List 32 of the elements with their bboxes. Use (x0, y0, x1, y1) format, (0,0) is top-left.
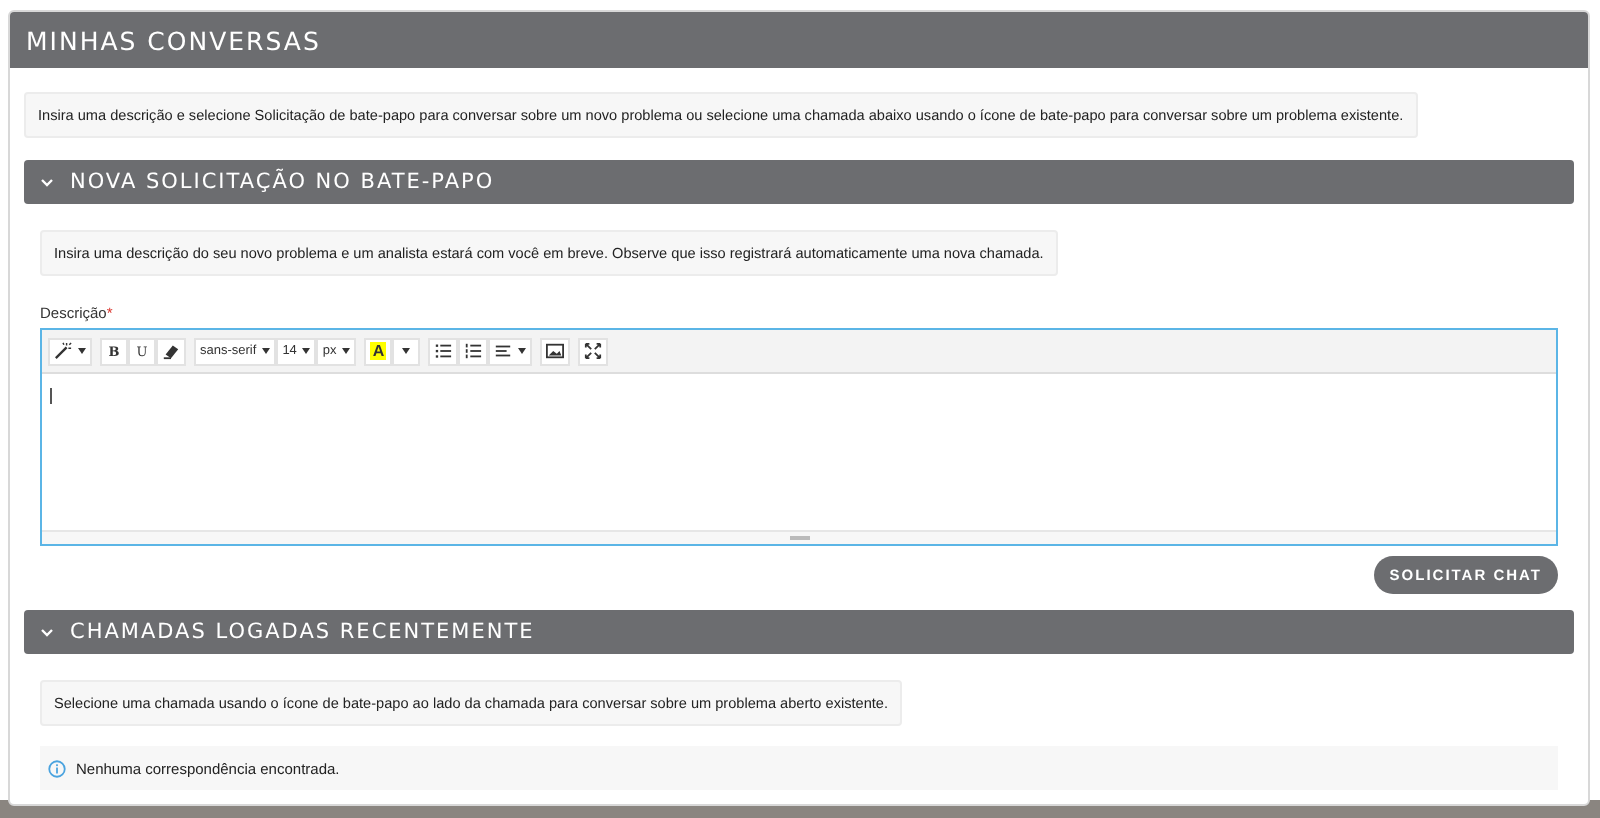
caret-icon (262, 348, 271, 354)
align-icon (494, 342, 513, 360)
caret-icon (342, 348, 351, 354)
chevron-icon[interactable] (40, 177, 54, 187)
chevron-icon[interactable] (40, 627, 54, 637)
page-title: MINHAS CONVERSAS (10, 12, 1588, 68)
clear-format-button[interactable] (156, 337, 186, 365)
bullet-list-icon (434, 342, 453, 360)
fullscreen-button[interactable] (578, 337, 609, 365)
bullet-list-button[interactable] (428, 337, 459, 365)
style-button[interactable] (48, 337, 92, 365)
info-icon (48, 759, 66, 777)
dropdown-button[interactable] (392, 337, 421, 365)
text-cursor (50, 388, 52, 404)
magic-wand-icon (54, 342, 72, 360)
section-header[interactable]: NOVA SOLICITAÇÃO NO BATE-PAPO (24, 160, 1574, 204)
resize-handle[interactable] (789, 536, 809, 540)
caret-icon (518, 348, 527, 354)
align-button[interactable] (488, 337, 533, 365)
caret-icon (402, 348, 411, 354)
numbered-list-icon (464, 342, 483, 360)
section-header[interactable]: CHAMADAS LOGADAS RECENTEMENTE (24, 610, 1574, 654)
numbered-list-button[interactable] (458, 337, 489, 365)
eraser-icon (162, 342, 180, 360)
caret-icon (302, 348, 311, 354)
highlight-button[interactable]: A (364, 337, 393, 365)
caret-icon (78, 348, 86, 354)
section-title: CHAMADAS LOGADAS RECENTEMENTE (70, 620, 535, 644)
section-title: NOVA SOLICITAÇÃO NO BATE-PAPO (70, 170, 495, 194)
image-button[interactable] (540, 337, 571, 365)
fullscreen-icon (584, 342, 603, 360)
image-icon (546, 342, 565, 360)
